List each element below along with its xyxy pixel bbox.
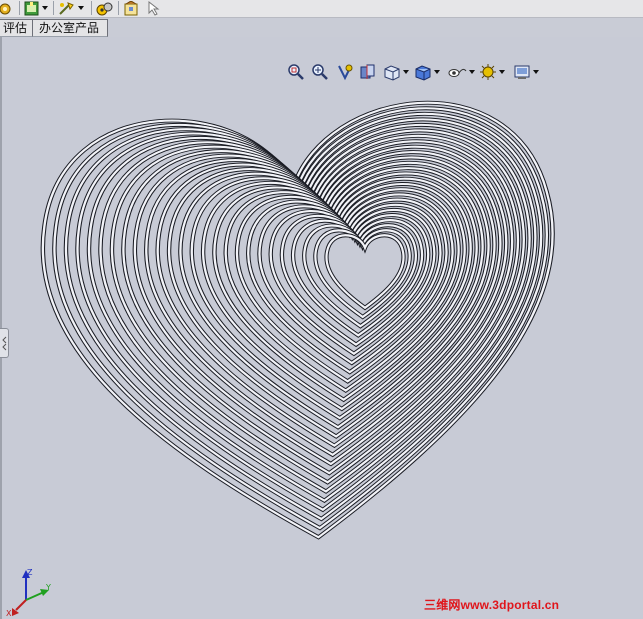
watermark-text: 三维网www.3dportal.cn — [424, 598, 560, 612]
rebuild-icon[interactable] — [24, 0, 48, 16]
select-icon[interactable] — [146, 0, 162, 16]
tab-bar: 评估 办公室产品 — [0, 19, 108, 37]
tab-office-products[interactable]: 办公室产品 — [32, 19, 108, 37]
triad-z-label: Z — [27, 568, 33, 577]
chevron-down-icon[interactable] — [42, 6, 48, 10]
addins-icon[interactable] — [96, 0, 114, 16]
coordinate-triad: Z Y X — [6, 568, 51, 616]
tab-evaluate[interactable]: 评估 — [0, 19, 32, 37]
help-icon[interactable] — [123, 0, 139, 16]
options-icon[interactable] — [58, 0, 84, 16]
evaluate-icon[interactable] — [0, 0, 14, 16]
wire-heart-model[interactable] — [0, 37, 643, 619]
top-toolbar — [0, 0, 643, 18]
triad-x-label: X — [6, 609, 12, 616]
triad-y-label: Y — [45, 583, 51, 592]
chevron-down-icon[interactable] — [78, 6, 84, 10]
